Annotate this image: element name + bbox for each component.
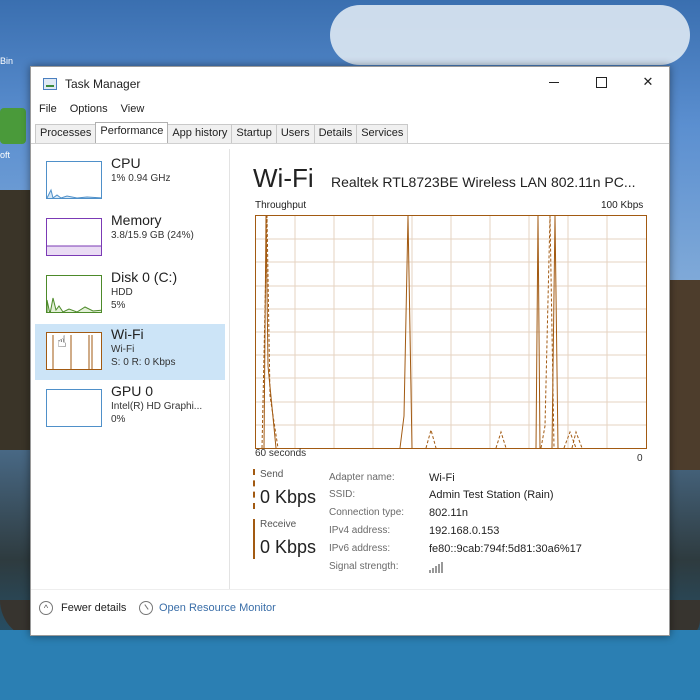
sidebar-disk-name: Disk 0 (C:): [111, 269, 178, 285]
resource-sidebar: CPU 1% 0.94 GHz Memory 3.8/15.9 GB (24%)…: [31, 147, 228, 587]
prop-ssid-value: Admin Test Station (Rain): [429, 489, 554, 501]
adapter-description: Realtek RTL8723BE Wireless LAN 802.11n P…: [331, 174, 636, 190]
sidebar-cpu-usage: 1% 0.94 GHz: [111, 173, 171, 184]
desktop-app-icon[interactable]: [0, 108, 26, 144]
tab-app-history[interactable]: App history: [167, 124, 233, 144]
gpu-thumbnail-graph: [46, 389, 102, 427]
graph-time-span: 60 seconds: [255, 448, 307, 459]
prop-ipv6-value: fe80::9cab:794f:5d81:30a6%17: [429, 543, 582, 555]
send-value: 0 Kbps: [260, 487, 317, 507]
minimize-button[interactable]: [531, 67, 577, 97]
chevron-up-icon[interactable]: ^: [39, 601, 53, 615]
fewer-details-link[interactable]: Fewer details: [61, 602, 126, 614]
menu-file[interactable]: File: [31, 103, 62, 121]
sidebar-item-cpu[interactable]: CPU 1% 0.94 GHz: [35, 153, 225, 209]
prop-ipv4-key: IPv4 address:: [329, 525, 391, 536]
menu-bar: File Options View: [31, 103, 149, 121]
send-label: Send: [260, 469, 284, 480]
wallpaper-cloud: [330, 5, 690, 65]
graph-time-end: 0: [637, 453, 643, 464]
wifi-thumbnail-graph: [46, 332, 102, 370]
prop-ipv4-value: 192.168.0.153: [429, 525, 500, 537]
sidebar-memory-name: Memory: [111, 212, 162, 228]
prop-connection-type-key: Connection type:: [329, 507, 405, 518]
sidebar-disk-type: HDD: [111, 287, 133, 298]
graph-title: Throughput: [255, 200, 307, 211]
maximize-button[interactable]: [578, 67, 624, 97]
page-title: Wi-Fi: [253, 163, 314, 193]
receive-label: Receive: [260, 519, 297, 530]
prop-ssid-key: SSID:: [329, 489, 356, 500]
prop-connection-type-value: 802.11n: [429, 507, 468, 519]
sidebar-gpu-usage: 0%: [111, 414, 126, 425]
desktop-app-label[interactable]: oft: [0, 150, 10, 160]
sidebar-gpu-model: Intel(R) HD Graphi...: [111, 401, 203, 412]
sidebar-cpu-name: CPU: [111, 155, 141, 171]
sidebar-wifi-adapter: Wi-Fi: [111, 344, 135, 355]
sidebar-disk-usage: 5%: [111, 300, 126, 311]
sidebar-memory-usage: 3.8/15.9 GB (24%): [111, 230, 194, 241]
sidebar-item-disk[interactable]: Disk 0 (C:) HDD 5%: [35, 267, 225, 323]
mouse-pointer-icon: ☝: [57, 334, 67, 351]
throughput-graph: [255, 215, 647, 449]
tab-services[interactable]: Services: [356, 124, 409, 144]
prop-signal-key: Signal strength:: [329, 561, 399, 572]
disk-thumbnail-graph: [46, 275, 102, 313]
open-resource-monitor-link[interactable]: Open Resource Monitor: [159, 602, 276, 614]
tab-details[interactable]: Details: [313, 124, 358, 144]
window-title: Task Manager: [65, 77, 141, 91]
tab-performance[interactable]: Performance: [95, 122, 169, 144]
graph-max-label: 100 Kbps: [601, 200, 644, 211]
footer-divider: [31, 589, 669, 590]
sidebar-gpu-name: GPU 0: [111, 383, 154, 399]
send-legend-bar: [253, 469, 255, 509]
wallpaper-rock-right: [668, 280, 700, 470]
receive-legend-bar: [253, 519, 255, 559]
prop-ipv6-key: IPv6 address:: [329, 543, 391, 554]
menu-options[interactable]: Options: [62, 103, 113, 121]
wallpaper-sea: [0, 630, 700, 700]
sidebar-item-memory[interactable]: Memory 3.8/15.9 GB (24%): [35, 210, 225, 266]
tab-processes[interactable]: Processes: [35, 124, 97, 144]
sidebar-divider: [229, 149, 230, 589]
task-manager-window: Task Manager File Options View Processes…: [30, 66, 670, 636]
prop-adapter-name-value: Wi-Fi: [429, 472, 455, 484]
task-manager-icon: [43, 78, 57, 90]
sidebar-wifi-rate: S: 0 R: 0 Kbps: [111, 357, 176, 368]
signal-strength-icon: [429, 561, 445, 573]
prop-adapter-name-key: Adapter name:: [329, 472, 395, 483]
desktop-recycle-bin-label[interactable]: Bin: [0, 56, 13, 66]
resource-monitor-icon[interactable]: [139, 601, 153, 615]
menu-view[interactable]: View: [113, 103, 150, 121]
memory-thumbnail-graph: [46, 218, 102, 256]
sidebar-item-gpu[interactable]: GPU 0 Intel(R) HD Graphi... 0%: [35, 381, 225, 437]
sidebar-wifi-name: Wi-Fi: [111, 326, 144, 342]
tab-bar: Processes Performance App history Startu…: [35, 122, 409, 144]
receive-value: 0 Kbps: [260, 537, 317, 557]
tab-startup[interactable]: Startup: [231, 124, 277, 144]
cpu-thumbnail-graph: [46, 161, 102, 199]
tab-underline: [31, 143, 669, 144]
sidebar-item-wifi[interactable]: ☝ Wi-Fi Wi-Fi S: 0 R: 0 Kbps: [35, 324, 225, 380]
close-button[interactable]: [625, 67, 671, 97]
tab-users[interactable]: Users: [275, 124, 315, 144]
